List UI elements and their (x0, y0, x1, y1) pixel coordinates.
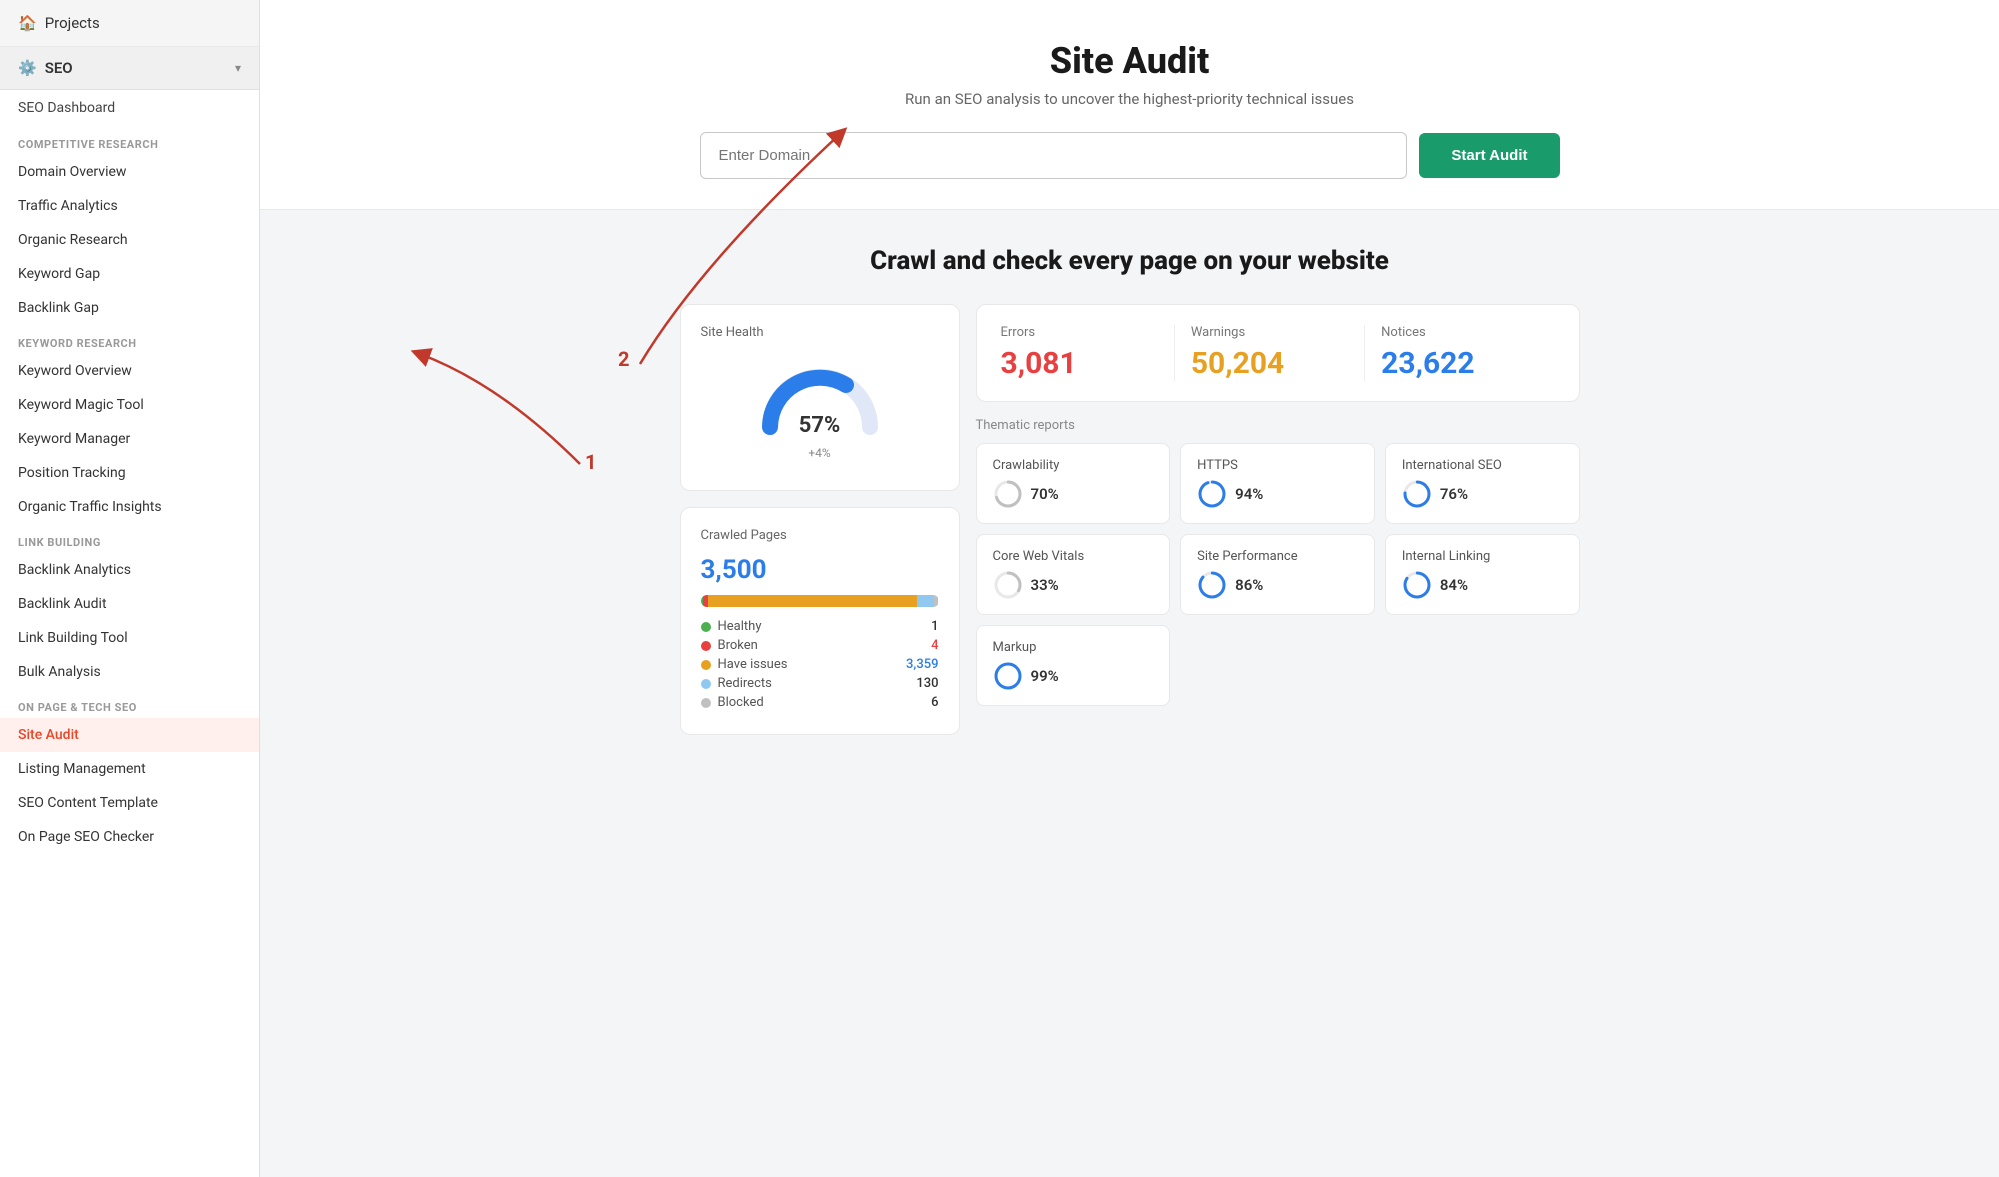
sidebar-item-backlink-audit[interactable]: Backlink Audit (0, 587, 259, 621)
legend-dot-have-issues (701, 660, 711, 670)
notices-block: Notices 23,622 (1365, 325, 1554, 381)
dashboard-grid: Site Health 57% (680, 304, 1580, 735)
notices-value: 23,622 (1381, 346, 1538, 381)
sidebar-item-backlink-analytics[interactable]: Backlink Analytics (0, 553, 259, 587)
thematic-card-internal-linking[interactable]: Internal Linking 84% (1385, 534, 1580, 615)
sidebar-item-keyword-gap[interactable]: Keyword Gap (0, 257, 259, 291)
sidebar-item-backlink-gap[interactable]: Backlink Gap (0, 291, 259, 325)
seo-label-text: SEO (45, 59, 73, 77)
left-column: Site Health 57% (680, 304, 960, 735)
sidebar-item-keyword-magic-tool[interactable]: Keyword Magic Tool (0, 388, 259, 422)
legend-item-redirects: Redirects130 (701, 676, 939, 691)
sidebar-item-organic-research[interactable]: Organic Research (0, 223, 259, 257)
legend-item-have-issues: Have issues3,359 (701, 657, 939, 672)
svg-text:1: 1 (585, 450, 596, 474)
warnings-block: Warnings 50,204 (1175, 325, 1365, 381)
errors-label: Errors (1001, 325, 1158, 340)
chevron-down-icon: ▾ (235, 61, 241, 75)
sidebar-seo-section[interactable]: ⚙️ SEO ▾ (0, 47, 259, 90)
thematic-section: Thematic reports Crawlability 70%HTTPS 9… (976, 418, 1580, 706)
sidebar-item-organic-traffic-insights[interactable]: Organic Traffic Insights (0, 490, 259, 524)
sidebar-item-on-page-seo-checker[interactable]: On Page SEO Checker (0, 820, 259, 854)
page-subtitle: Run an SEO analysis to uncover the highe… (905, 90, 1354, 108)
thematic-card-crawlability[interactable]: Crawlability 70% (976, 443, 1171, 524)
thematic-card-https[interactable]: HTTPS 94% (1180, 443, 1375, 524)
circle-chart-internal-linking (1402, 570, 1432, 600)
domain-input[interactable] (700, 132, 1408, 179)
sidebar-item-keyword-overview[interactable]: Keyword Overview (0, 354, 259, 388)
site-health-title: Site Health (701, 325, 939, 340)
crawled-pages-card: Crawled Pages 3,500 Healthy1 Broken4 Have … (680, 507, 960, 735)
thematic-card-core-web-vitals[interactable]: Core Web Vitals 33% (976, 534, 1171, 615)
thematic-title: Thematic reports (976, 418, 1580, 433)
health-change: +4% (808, 446, 830, 460)
crawl-heading: Crawl and check every page on your websi… (320, 246, 1939, 276)
health-percentage: 57% (799, 413, 841, 438)
legend-item-broken: Broken4 (701, 638, 939, 653)
sidebar-item-seo-content-template[interactable]: SEO Content Template (0, 786, 259, 820)
circle-chart-https (1197, 479, 1227, 509)
bar-seg-blocked (934, 595, 939, 607)
donut-container: 57% (755, 362, 885, 442)
legend-dot-redirects (701, 679, 711, 689)
thematic-card-markup[interactable]: Markup 99% (976, 625, 1171, 706)
home-icon: 🏠 (18, 14, 37, 32)
sidebar-item-position-tracking[interactable]: Position Tracking (0, 456, 259, 490)
main-content: Site Audit Run an SEO analysis to uncove… (260, 0, 1999, 1177)
page-title: Site Audit (1050, 40, 1210, 82)
errors-card: Errors 3,081 Warnings 50,204 Notices 23,… (976, 304, 1580, 402)
sidebar-item-listing-management[interactable]: Listing Management (0, 752, 259, 786)
crawled-legend: Healthy1 Broken4 Have issues3,359 Redirects… (701, 619, 939, 710)
legend-dot-healthy (701, 622, 711, 632)
warnings-value: 50,204 (1191, 346, 1348, 381)
legend-dot-broken (701, 641, 711, 651)
health-chart: 57% +4% (701, 352, 939, 470)
warnings-label: Warnings (1191, 325, 1348, 340)
bar-seg-redirects (917, 595, 934, 607)
lower-section: Crawl and check every page on your websi… (260, 210, 1999, 775)
errors-value: 3,081 (1001, 346, 1158, 381)
errors-block: Errors 3,081 (1001, 325, 1175, 381)
legend-item-blocked: Blocked6 (701, 695, 939, 710)
sidebar-item-bulk-analysis[interactable]: Bulk Analysis (0, 655, 259, 689)
legend-item-healthy: Healthy1 (701, 619, 939, 634)
donut-center: 57% (799, 413, 841, 438)
section-label-competitive: COMPETITIVE RESEARCH (0, 126, 259, 155)
sidebar-item-traffic-analytics[interactable]: Traffic Analytics (0, 189, 259, 223)
circle-chart-core-web-vitals (993, 570, 1023, 600)
circle-chart-international-seo (1402, 479, 1432, 509)
seo-icon: ⚙️ (18, 59, 37, 77)
svg-text:2: 2 (618, 347, 629, 371)
sidebar-item-domain-overview[interactable]: Domain Overview (0, 155, 259, 189)
right-column: Errors 3,081 Warnings 50,204 Notices 23,… (976, 304, 1580, 735)
bar-stack (701, 595, 939, 607)
projects-label: Projects (45, 14, 100, 32)
section-label-keyword-research: KEYWORD RESEARCH (0, 325, 259, 354)
start-audit-button[interactable]: Start Audit (1419, 133, 1559, 178)
section-label-link-building: LINK BUILDING (0, 524, 259, 553)
site-health-card: Site Health 57% (680, 304, 960, 491)
circle-chart-site-performance (1197, 570, 1227, 600)
thematic-card-international-seo[interactable]: International SEO 76% (1385, 443, 1580, 524)
crawled-pages-number: 3,500 (701, 555, 939, 585)
notices-label: Notices (1381, 325, 1538, 340)
circle-chart-crawlability (993, 479, 1023, 509)
sidebar-item-site-audit[interactable]: Site Audit (0, 718, 259, 752)
sidebar-item-seo-dashboard[interactable]: SEO Dashboard (0, 90, 259, 126)
legend-dot-blocked (701, 698, 711, 708)
bar-seg-have-issues (708, 595, 917, 607)
domain-row: Start Audit (700, 132, 1560, 179)
crawled-pages-title: Crawled Pages (701, 528, 939, 543)
sidebar-item-link-building-tool[interactable]: Link Building Tool (0, 621, 259, 655)
sidebar-projects[interactable]: 🏠 Projects (0, 0, 259, 47)
sidebar: 🏠 Projects ⚙️ SEO ▾ SEO Dashboard COMPET… (0, 0, 260, 1177)
sidebar-item-keyword-manager[interactable]: Keyword Manager (0, 422, 259, 456)
section-label-on-page: ON PAGE & TECH SEO (0, 689, 259, 718)
top-section: Site Audit Run an SEO analysis to uncove… (260, 0, 1999, 210)
thematic-grid: Crawlability 70%HTTPS 94%International S… (976, 443, 1580, 706)
thematic-card-site-performance[interactable]: Site Performance 86% (1180, 534, 1375, 615)
